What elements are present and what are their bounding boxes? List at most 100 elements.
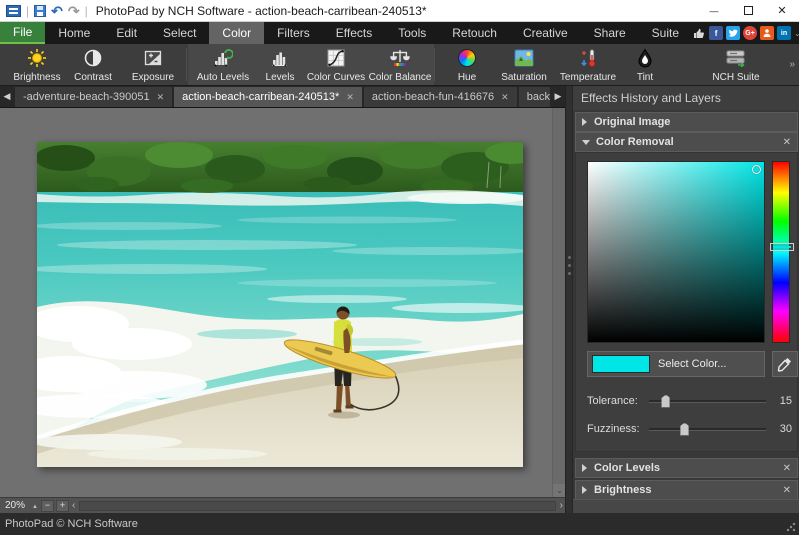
menu-tab-retouch[interactable]: Retouch bbox=[439, 22, 510, 44]
panel-title: Effects History and Layers bbox=[573, 86, 799, 110]
tab-scroll-right-icon[interactable] bbox=[551, 86, 565, 107]
menu-bar: File Home Edit Select Color Filters Effe… bbox=[0, 22, 799, 44]
minimize-button[interactable] bbox=[697, 0, 731, 21]
hue-wheel-icon bbox=[458, 48, 476, 68]
eyedropper-button[interactable] bbox=[772, 351, 798, 377]
section-original-image[interactable]: Original Image bbox=[575, 112, 798, 132]
nch-suite-button[interactable]: NCH Suite bbox=[700, 46, 772, 84]
ribbon-divider bbox=[434, 48, 435, 81]
doc-tab-adventure-beach[interactable]: -adventure-beach-390051 bbox=[15, 87, 172, 107]
redo-icon[interactable] bbox=[68, 5, 80, 17]
doc-tab-backlit-beach[interactable]: backlit-beach-ch bbox=[519, 87, 550, 107]
color-balance-scales-icon bbox=[390, 48, 410, 68]
color-curves-icon bbox=[327, 48, 345, 68]
editor-canvas[interactable] bbox=[0, 108, 565, 497]
color-field[interactable] bbox=[587, 161, 765, 343]
tab-close-icon[interactable] bbox=[346, 92, 354, 103]
tolerance-slider[interactable] bbox=[649, 393, 766, 409]
menu-tab-home[interactable]: Home bbox=[45, 22, 103, 44]
zoom-out-button[interactable] bbox=[41, 500, 54, 512]
photo-image[interactable] bbox=[37, 142, 523, 467]
menu-tab-edit[interactable]: Edit bbox=[103, 22, 150, 44]
section-close-icon[interactable] bbox=[783, 137, 791, 148]
fuzziness-slider[interactable] bbox=[649, 421, 766, 437]
nch-community-icon[interactable] bbox=[760, 26, 774, 40]
zoom-dropdown-icon[interactable] bbox=[32, 501, 38, 510]
panel-splitter-handle[interactable] bbox=[566, 86, 573, 513]
chevron-right-icon bbox=[582, 464, 587, 472]
linkedin-icon[interactable]: in bbox=[777, 26, 791, 40]
like-icon[interactable] bbox=[692, 26, 706, 40]
doc-tab-action-beach-carribean[interactable]: action-beach-carribean-240513* bbox=[174, 87, 362, 107]
title-bar: | | PhotoPad by NCH Software - action-be… bbox=[0, 0, 799, 22]
menu-tab-effects[interactable]: Effects bbox=[323, 22, 385, 44]
tolerance-value: 15 bbox=[772, 395, 792, 407]
menu-tab-share[interactable]: Share bbox=[581, 22, 639, 44]
levels-button[interactable]: Levels bbox=[256, 46, 304, 84]
document-tab-bar: -adventure-beach-390051 action-beach-car… bbox=[0, 86, 565, 108]
menu-tab-color[interactable]: Color bbox=[209, 22, 264, 44]
undo-icon[interactable] bbox=[51, 5, 63, 17]
color-balance-button[interactable]: Color Balance bbox=[368, 46, 432, 84]
menu-tab-suite[interactable]: Suite bbox=[639, 22, 692, 44]
hue-slider-handle[interactable] bbox=[770, 243, 794, 251]
panel-footer bbox=[573, 499, 799, 513]
menu-tab-select[interactable]: Select bbox=[150, 22, 209, 44]
twitter-icon[interactable] bbox=[726, 26, 740, 40]
section-close-icon[interactable] bbox=[783, 463, 791, 474]
color-curves-button[interactable]: Color Curves bbox=[304, 46, 368, 84]
tab-close-icon[interactable] bbox=[501, 92, 509, 103]
tolerance-row: Tolerance: 15 bbox=[587, 393, 792, 409]
contrast-circle-icon bbox=[84, 48, 102, 68]
hue-slider[interactable] bbox=[772, 161, 790, 343]
section-color-removal[interactable]: Color Removal bbox=[575, 132, 798, 152]
section-color-levels[interactable]: Color Levels bbox=[575, 458, 798, 478]
contrast-button[interactable]: Contrast bbox=[62, 46, 124, 84]
saturation-button[interactable]: Saturation bbox=[494, 46, 554, 84]
menu-tab-creative[interactable]: Creative bbox=[510, 22, 581, 44]
chevron-right-icon bbox=[582, 118, 587, 126]
section-close-icon[interactable] bbox=[783, 485, 791, 496]
tab-scroll-left-icon[interactable] bbox=[0, 86, 14, 107]
section-brightness[interactable]: Brightness bbox=[575, 480, 798, 500]
tab-close-icon[interactable] bbox=[157, 92, 165, 103]
tolerance-slider-handle[interactable] bbox=[661, 395, 670, 408]
separator: | bbox=[85, 4, 88, 18]
fuzziness-value: 30 bbox=[772, 423, 792, 435]
resize-grip[interactable] bbox=[786, 522, 796, 532]
hscroll-right-icon[interactable] bbox=[560, 500, 563, 511]
zoom-level: 20% bbox=[0, 500, 30, 511]
temperature-button[interactable]: Temperature bbox=[556, 46, 620, 84]
ribbon-overflow-icon[interactable] bbox=[789, 59, 795, 70]
doc-tab-action-beach-fun[interactable]: action-beach-fun-416676 bbox=[364, 87, 517, 107]
fuzziness-slider-handle[interactable] bbox=[680, 423, 689, 436]
scroll-down-icon[interactable] bbox=[553, 484, 565, 497]
photopad-window: | | PhotoPad by NCH Software - action-be… bbox=[0, 0, 799, 535]
hscroll-left-icon[interactable] bbox=[72, 500, 75, 511]
status-bar: PhotoPad © NCH Software bbox=[0, 513, 799, 535]
status-text: PhotoPad © NCH Software bbox=[5, 518, 138, 530]
vertical-scrollbar[interactable] bbox=[552, 108, 565, 497]
tint-button[interactable]: Tint bbox=[622, 46, 668, 84]
auto-levels-button[interactable]: Auto Levels bbox=[192, 46, 254, 84]
fuzziness-label: Fuzziness: bbox=[587, 423, 643, 435]
menu-tab-tools[interactable]: Tools bbox=[385, 22, 439, 44]
select-color-button[interactable]: Select Color... bbox=[587, 351, 765, 377]
save-icon[interactable] bbox=[34, 5, 46, 17]
ribbon-divider bbox=[186, 48, 187, 81]
zoom-in-button[interactable] bbox=[56, 500, 69, 512]
color-removal-body: Select Color... Tolerance: 15 Fuzziness: bbox=[575, 152, 798, 452]
brightness-button[interactable]: Brightness bbox=[8, 46, 66, 84]
chevron-down-icon[interactable] bbox=[794, 29, 799, 38]
menu-tab-file[interactable]: File bbox=[0, 22, 45, 44]
hue-button[interactable]: Hue bbox=[442, 46, 492, 84]
maximize-button[interactable] bbox=[731, 0, 765, 21]
color-field-cursor[interactable] bbox=[752, 165, 761, 174]
temperature-thermometer-icon bbox=[579, 48, 597, 68]
google-plus-icon[interactable]: G+ bbox=[743, 26, 757, 40]
exposure-button[interactable]: Exposure bbox=[124, 46, 182, 84]
horizontal-scrollbar[interactable] bbox=[79, 501, 555, 511]
menu-tab-filters[interactable]: Filters bbox=[264, 22, 323, 44]
close-button[interactable] bbox=[765, 0, 799, 21]
facebook-icon[interactable]: f bbox=[709, 26, 723, 40]
